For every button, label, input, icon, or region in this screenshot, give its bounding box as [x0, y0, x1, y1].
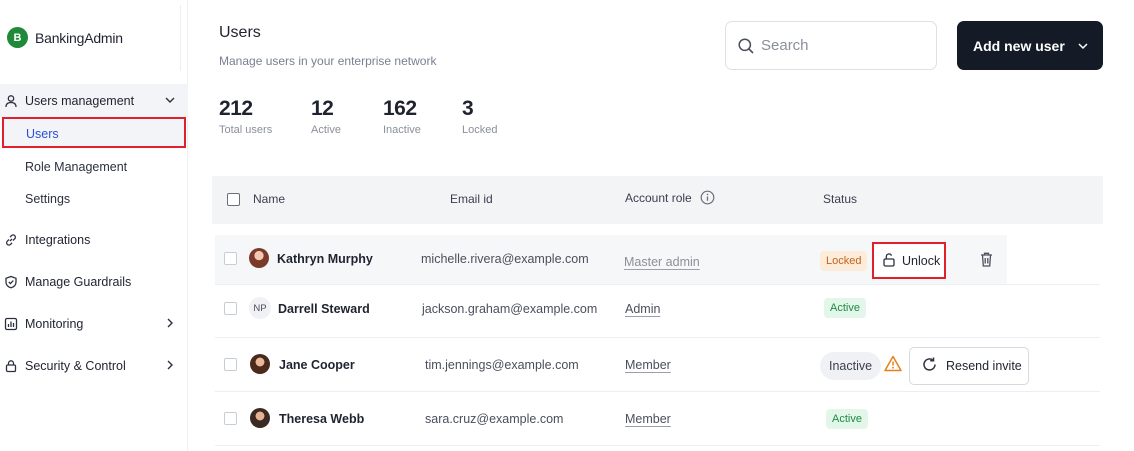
user-email: michelle.rivera@example.com	[421, 252, 589, 266]
trash-icon[interactable]	[979, 251, 994, 273]
row-checkbox[interactable]	[224, 252, 237, 265]
sidebar: B BankingAdmin Users management Users Ro…	[0, 0, 188, 451]
info-icon[interactable]	[700, 190, 715, 208]
shield-icon	[3, 274, 19, 290]
stat-caption: Active	[311, 124, 341, 136]
user-name[interactable]: Jane Cooper	[279, 358, 355, 372]
avatar	[250, 408, 270, 428]
stat-active: 12 Active	[311, 97, 341, 136]
column-header-name[interactable]: Name	[253, 192, 285, 206]
role-link[interactable]: Member	[625, 412, 671, 426]
sidebar-item-label: Manage Guardrails	[25, 275, 132, 289]
brand[interactable]: B BankingAdmin	[7, 27, 123, 48]
stat-value: 12	[311, 97, 334, 120]
stat-locked: 3 Locked	[462, 97, 497, 136]
chart-icon	[3, 316, 19, 332]
chevron-down-icon[interactable]	[1077, 39, 1089, 55]
sidebar-item-label: Users	[26, 127, 59, 141]
sidebar-item-users-management[interactable]: Users management	[0, 84, 188, 118]
select-all-checkbox[interactable]	[227, 193, 240, 206]
sidebar-item-monitoring[interactable]: Monitoring	[0, 307, 188, 341]
sidebar-item-label: Integrations	[25, 233, 91, 247]
column-header-status[interactable]: Status	[823, 192, 857, 206]
sidebar-item-manage-guardrails[interactable]: Manage Guardrails	[0, 265, 188, 299]
search-input[interactable]	[761, 37, 921, 54]
resend-invite-button[interactable]: Resend invite	[909, 347, 1029, 385]
stat-inactive: 162 Inactive	[383, 97, 421, 136]
row-checkbox[interactable]	[224, 358, 237, 371]
row-divider	[215, 445, 1100, 446]
sidebar-item-role-management[interactable]: Role Management	[25, 160, 127, 174]
refresh-icon	[921, 356, 938, 376]
status-badge: Active	[826, 409, 868, 429]
chevron-right-icon	[164, 359, 176, 374]
brand-name: BankingAdmin	[35, 29, 123, 46]
status-badge: Inactive	[820, 352, 882, 380]
status-badge: Active	[824, 298, 866, 318]
search-box[interactable]	[725, 21, 937, 70]
divider	[180, 5, 181, 71]
role-link[interactable]: Master admin	[624, 255, 700, 269]
user-email: jackson.graham@example.com	[422, 302, 598, 316]
sidebar-item-users[interactable]: Users	[2, 117, 186, 148]
stat-total-users: 212 Total users	[219, 97, 272, 136]
stat-caption: Inactive	[383, 124, 421, 136]
table-header: Name Email id Account role Status	[212, 176, 1103, 224]
user-name[interactable]: Kathryn Murphy	[277, 252, 373, 266]
unlock-icon	[882, 252, 896, 270]
unlock-button[interactable]: Unlock	[872, 242, 946, 279]
column-header-email[interactable]: Email id	[450, 192, 493, 206]
row-divider	[215, 391, 1100, 392]
add-new-user-label: Add new user	[973, 37, 1065, 54]
role-link[interactable]: Member	[625, 358, 671, 372]
row-divider	[215, 284, 1100, 285]
role-link[interactable]: Admin	[625, 302, 660, 316]
user-email: sara.cruz@example.com	[425, 412, 564, 426]
row-divider	[215, 337, 1100, 338]
page-title: Users	[219, 24, 261, 41]
column-header-role[interactable]: Account role	[625, 190, 715, 208]
user-email: tim.jennings@example.com	[425, 358, 579, 372]
chevron-down-icon	[164, 94, 176, 109]
link-icon	[3, 232, 19, 248]
chevron-right-icon	[164, 317, 176, 332]
sidebar-item-label: Monitoring	[25, 317, 84, 331]
resend-invite-label: Resend invite	[946, 359, 1022, 373]
user-name[interactable]: Darrell Steward	[278, 302, 370, 316]
sidebar-item-settings[interactable]: Settings	[25, 192, 70, 206]
warning-icon	[884, 355, 902, 377]
sidebar-item-label: Security & Control	[25, 359, 126, 373]
row-checkbox[interactable]	[224, 412, 237, 425]
sidebar-item-integrations[interactable]: Integrations	[0, 223, 188, 257]
page-subtitle: Manage users in your enterprise network	[219, 54, 437, 68]
column-header-label: Account role	[625, 191, 692, 206]
status-badge: Locked	[820, 251, 868, 271]
sidebar-item-security-control[interactable]: Security & Control	[0, 349, 188, 383]
user-name[interactable]: Theresa Webb	[279, 412, 364, 426]
lock-icon	[3, 358, 19, 374]
stat-value: 162	[383, 97, 417, 120]
user-icon	[3, 93, 19, 109]
avatar	[249, 248, 269, 268]
brand-logo: B	[7, 27, 28, 48]
sidebar-item-label: Users management	[25, 94, 135, 108]
stat-caption: Locked	[462, 124, 498, 136]
avatar	[250, 354, 270, 374]
stat-value: 3	[462, 97, 474, 120]
row-checkbox[interactable]	[224, 302, 237, 315]
unlock-label: Unlock	[902, 253, 941, 268]
add-new-user-button[interactable]: Add new user	[957, 21, 1103, 70]
stat-value: 212	[219, 97, 253, 120]
avatar-initials: NP	[249, 297, 271, 319]
stat-caption: Total users	[219, 124, 273, 136]
search-icon	[737, 37, 755, 55]
